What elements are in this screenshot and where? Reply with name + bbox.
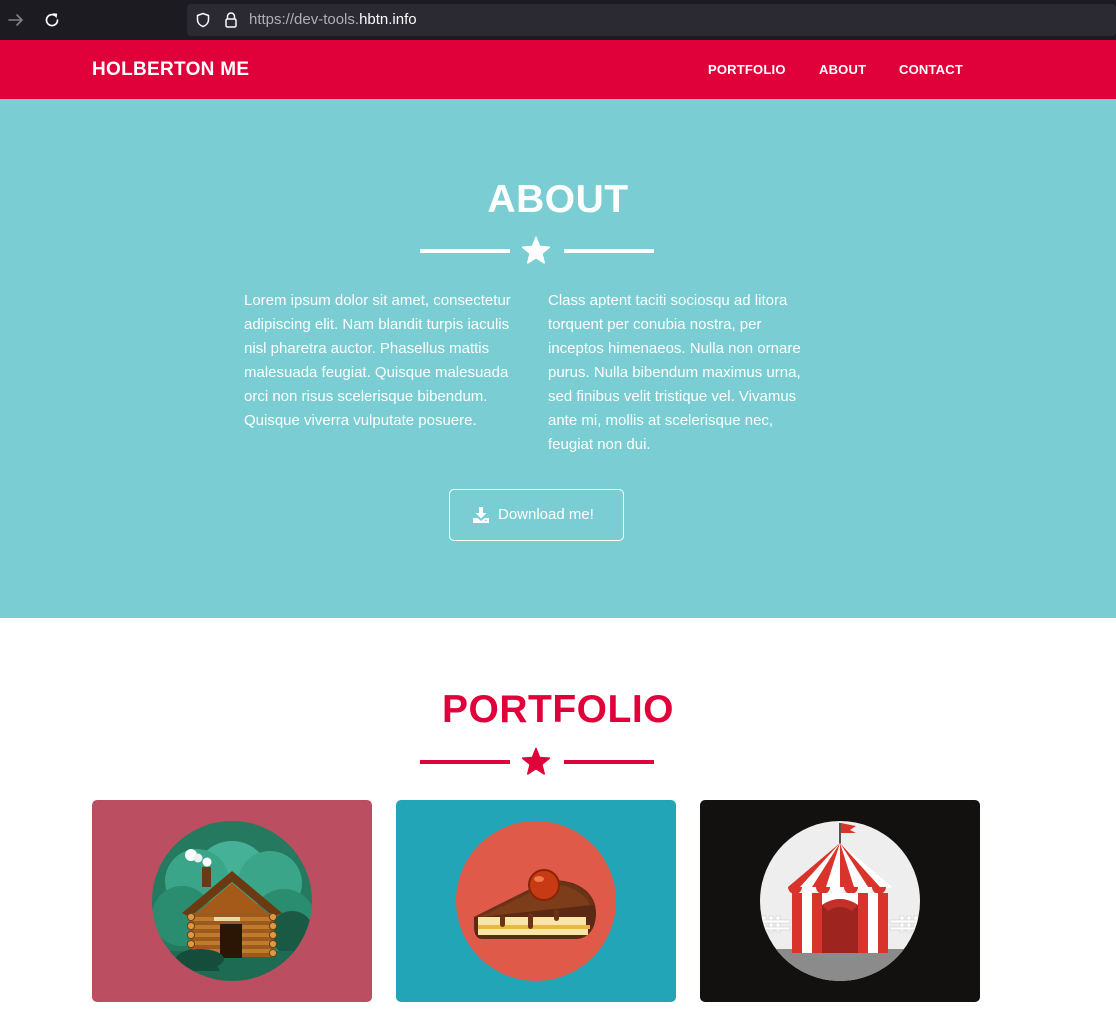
cake-icon [456, 821, 616, 981]
cabin-icon [152, 821, 312, 981]
download-icon [473, 507, 489, 523]
divider-line-left [420, 249, 510, 253]
about-text-left: Lorem ipsum dolor sit amet, consectetur … [244, 292, 511, 429]
circus-tent-icon [760, 821, 920, 981]
site-navbar: HOLBERTON ME PORTFOLIO ABOUT CONTACT [0, 40, 1116, 99]
portfolio-title: PORTFOLIO [442, 688, 674, 731]
divider-line-left [420, 760, 510, 764]
nav-link-about[interactable]: ABOUT [819, 62, 866, 77]
browser-toolbar: https://dev-tools.hbtn.info [0, 0, 1116, 40]
address-bar[interactable]: https://dev-tools.hbtn.info [187, 4, 1116, 36]
star-icon [521, 747, 551, 775]
divider-line-right [564, 249, 654, 253]
download-button[interactable]: Download me! [449, 489, 624, 541]
about-divider [420, 234, 654, 268]
about-text-right: Class aptent taciti sociosqu ad litora t… [548, 292, 801, 453]
star-icon [521, 236, 551, 264]
nav-link-contact[interactable]: CONTACT [899, 62, 963, 77]
portfolio-item-circus-tent[interactable] [700, 800, 980, 1002]
about-title: ABOUT [487, 178, 629, 221]
url-prefix: https://dev-tools. [249, 11, 360, 28]
forward-arrow-icon[interactable] [6, 10, 26, 30]
brand-link[interactable]: HOLBERTON ME [92, 59, 249, 81]
url-domain: hbtn.info [359, 11, 417, 28]
shield-icon[interactable] [195, 12, 211, 28]
download-button-label: Download me! [498, 506, 594, 523]
reload-icon[interactable] [42, 10, 62, 30]
portfolio-item-cake[interactable] [396, 800, 676, 1002]
url-text[interactable]: https://dev-tools.hbtn.info [249, 11, 417, 28]
about-section: ABOUT Lorem ipsum dolor sit amet, consec… [0, 99, 1116, 618]
divider-line-right [564, 760, 654, 764]
portfolio-item-cabin[interactable] [92, 800, 372, 1002]
lock-icon[interactable] [223, 11, 239, 29]
nav-link-portfolio[interactable]: PORTFOLIO [708, 62, 786, 77]
portfolio-divider [420, 745, 654, 779]
